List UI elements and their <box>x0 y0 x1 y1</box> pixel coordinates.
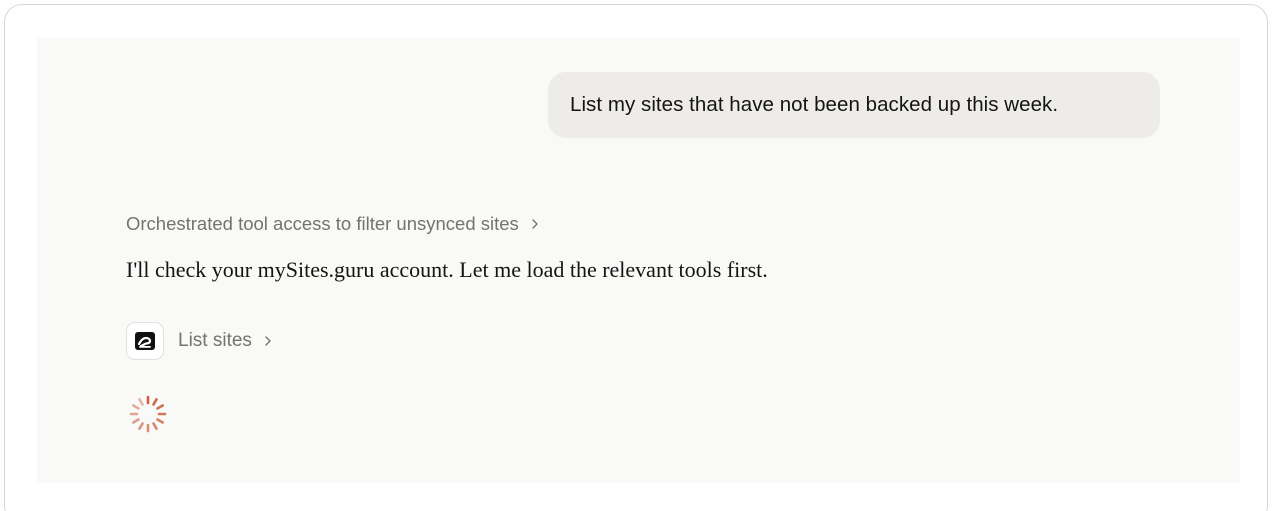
chevron-right-icon <box>532 219 538 229</box>
assistant-message-text: I'll check your mySites.guru account. Le… <box>126 257 768 282</box>
chevron-right-icon <box>265 336 271 346</box>
loading-spinner-icon <box>129 395 167 433</box>
tool-call-label: List sites <box>178 330 252 351</box>
tool-call-list-sites[interactable]: List sites <box>126 322 276 360</box>
user-message-bubble: List my sites that have not been backed … <box>548 72 1160 138</box>
thinking-summary-toggle[interactable]: Orchestrated tool access to filter unsyn… <box>126 212 543 236</box>
mysites-guru-logo-icon <box>135 332 155 350</box>
thinking-summary-text: Orchestrated tool access to filter unsyn… <box>126 213 519 234</box>
tool-icon-container <box>126 322 164 360</box>
user-message-text: List my sites that have not been backed … <box>570 93 1059 116</box>
